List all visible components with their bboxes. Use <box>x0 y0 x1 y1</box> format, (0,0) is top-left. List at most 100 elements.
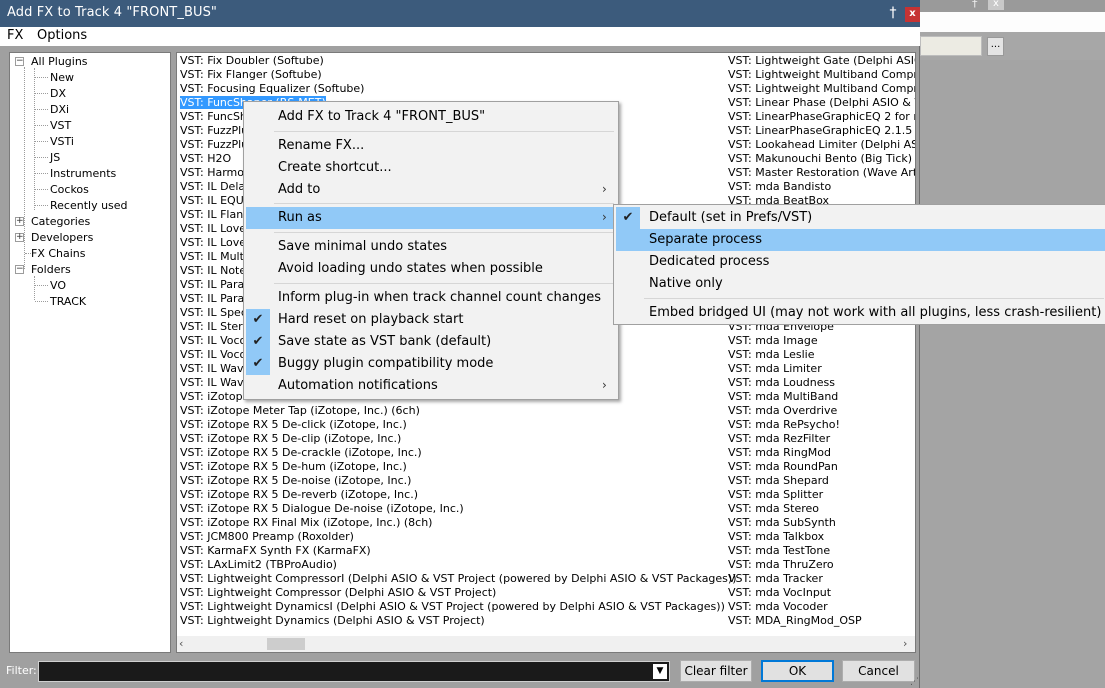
close-icon[interactable]: x <box>988 0 1004 10</box>
tree-item-developers[interactable]: Developers <box>31 231 93 244</box>
title-bar[interactable]: Add FX to Track 4 "FRONT_BUS" † x <box>0 0 920 27</box>
tree-item-dxi[interactable]: DXi <box>50 103 69 116</box>
pin-icon[interactable]: † <box>884 4 902 22</box>
plugin-list-row[interactable]: VST: Lookahead Limiter (Delphi ASIO & VS… <box>728 138 915 152</box>
expand-toggle-icon[interactable]: + <box>15 217 24 226</box>
menu-item-avoid-loading-undo[interactable]: Avoid loading undo states when possible <box>246 258 616 280</box>
plugin-list-row[interactable]: VST: mda Overdrive <box>728 404 915 418</box>
tree-item-track[interactable]: TRACK <box>50 295 86 308</box>
plugin-list-row[interactable]: VST: Master Restoration (Wave Arts, Inc.… <box>728 166 915 180</box>
plugin-list-row[interactable]: VST: iZotope RX 5 De-reverb (iZotope, In… <box>180 488 737 502</box>
cancel-button[interactable]: Cancel <box>842 660 915 682</box>
plugin-list-row[interactable]: VST: mda RezFilter <box>728 432 915 446</box>
clear-filter-button[interactable]: Clear filter <box>680 660 752 682</box>
filter-input[interactable]: ▼ <box>38 661 670 682</box>
plugin-list-row[interactable]: VST: Lightweight Dynamics (Delphi ASIO &… <box>180 614 737 628</box>
plugin-list-row[interactable]: VST: mda Tracker <box>728 572 915 586</box>
chevron-down-icon[interactable]: ▼ <box>653 664 667 679</box>
plugin-list-row[interactable]: VST: mda VocInput <box>728 586 915 600</box>
plugin-list-row[interactable]: VST: LAxLimit2 (TBProAudio) <box>180 558 737 572</box>
close-button[interactable]: x <box>905 7 920 22</box>
tree-item-all-plugins[interactable]: All Plugins <box>31 55 88 68</box>
tree-item-categories[interactable]: Categories <box>31 215 90 228</box>
menu-item-dedicated-process[interactable]: Dedicated process <box>616 251 1105 273</box>
menu-item-embed-bridged-ui[interactable]: Embed bridged UI (may not work with all … <box>616 302 1105 324</box>
plugin-list-row[interactable]: VST: Lightweight Multiband Compressor <box>728 82 915 96</box>
menu-item-automation-notifications[interactable]: Automation notifications › <box>246 375 616 397</box>
tree-item-folders[interactable]: Folders <box>31 263 71 276</box>
plugin-list-row[interactable]: VST: mda Vocoder <box>728 600 915 614</box>
menu-item-native-only[interactable]: Native only <box>616 273 1105 295</box>
plugin-list-row[interactable]: VST: iZotope RX 5 De-crackle (iZotope, I… <box>180 446 737 460</box>
plugin-list-row[interactable]: VST: mda Bandisto <box>728 180 915 194</box>
plugin-list-row[interactable]: VST: iZotope Meter Tap (iZotope, Inc.) (… <box>180 404 737 418</box>
plugin-list-row[interactable]: VST: iZotope RX 5 Dialogue De-noise (iZo… <box>180 502 737 516</box>
tree-item-fx-chains[interactable]: FX Chains <box>31 247 86 260</box>
collapse-toggle-icon[interactable]: − <box>15 57 24 66</box>
browse-button[interactable]: ... <box>987 37 1004 56</box>
plugin-list-row[interactable]: VST: Linear Phase (Delphi ASIO & VST Pro… <box>728 96 915 110</box>
plugin-list-row[interactable]: VST: mda TestTone <box>728 544 915 558</box>
ok-button[interactable]: OK <box>761 660 834 682</box>
resize-grip-icon[interactable]: ⋰ <box>910 677 919 687</box>
plugin-list-row[interactable]: VST: iZotope RX 5 De-hum (iZotope, Inc.) <box>180 460 737 474</box>
plugin-list-row[interactable]: VST: mda Leslie <box>728 348 915 362</box>
plugin-list-row[interactable]: VST: iZotope RX 5 De-noise (iZotope, Inc… <box>180 474 737 488</box>
plugin-list-row[interactable]: VST: Makunouchi Bento (Big Tick) <box>728 152 915 166</box>
plugin-list-row[interactable]: VST: Lightweight Multiband Compressor <box>728 68 915 82</box>
pin-icon[interactable]: † <box>972 0 978 10</box>
plugin-list-row[interactable]: VST: Fix Doubler (Softube) <box>180 54 737 68</box>
menu-item-create-shortcut[interactable]: Create shortcut... <box>246 157 616 179</box>
scrollbar-thumb[interactable] <box>267 638 305 650</box>
plugin-list-row[interactable]: VST: mda Limiter <box>728 362 915 376</box>
plugin-list-row[interactable]: VST: mda ThruZero <box>728 558 915 572</box>
plugin-list-row[interactable]: VST: KarmaFX Synth FX (KarmaFX) <box>180 544 737 558</box>
menu-item-default[interactable]: ✔ Default (set in Prefs/VST) <box>616 207 1105 229</box>
plugin-list-row[interactable]: VST: mda Loudness <box>728 376 915 390</box>
plugin-list-row[interactable]: VST: iZotope RX 5 De-clip (iZotope, Inc.… <box>180 432 737 446</box>
plugin-category-tree[interactable]: − All Plugins New DX DXi VST VSTi JS Ins… <box>9 52 171 653</box>
menu-fx[interactable]: FX <box>7 28 23 43</box>
plugin-list-row[interactable]: VST: Lightweight CompressorI (Delphi ASI… <box>180 572 737 586</box>
plugin-list-row[interactable]: VST: JCM800 Preamp (Roxolder) <box>180 530 737 544</box>
plugin-list-row[interactable]: VST: mda RingMod <box>728 446 915 460</box>
plugin-list-row[interactable]: VST: LinearPhaseGraphicEQ 2 for masterin… <box>728 110 915 124</box>
plugin-list-row[interactable]: VST: mda Shepard <box>728 474 915 488</box>
plugin-list-row[interactable]: VST: iZotope RX 5 De-click (iZotope, Inc… <box>180 418 737 432</box>
plugin-list-row[interactable]: VST: LinearPhaseGraphicEQ 2.1.5 (slim) <box>728 124 915 138</box>
tree-item-vsti[interactable]: VSTi <box>50 135 74 148</box>
menu-item-save-minimal-undo[interactable]: Save minimal undo states <box>246 236 616 258</box>
plugin-list-row[interactable]: VST: Lightweight Gate (Delphi ASIO & VST… <box>728 54 915 68</box>
tree-item-cockos[interactable]: Cockos <box>50 183 89 196</box>
menu-item-rename-fx[interactable]: Rename FX... <box>246 135 616 157</box>
scroll-right-icon[interactable]: › <box>903 637 907 650</box>
background-path-field[interactable] <box>920 36 982 56</box>
plugin-list-row[interactable]: VST: MDA_RingMod_OSP <box>728 614 915 628</box>
plugin-list-row[interactable]: VST: mda RoundPan <box>728 460 915 474</box>
menu-options[interactable]: Options <box>37 28 87 43</box>
tree-item-vo[interactable]: VO <box>50 279 66 292</box>
plugin-list-row[interactable]: VST: iZotope RX Final Mix (iZotope, Inc.… <box>180 516 737 530</box>
menu-item-inform-channel-count[interactable]: Inform plug-in when track channel count … <box>246 287 616 309</box>
tree-item-instruments[interactable]: Instruments <box>50 167 116 180</box>
horizontal-scrollbar[interactable]: ‹ › <box>177 636 915 652</box>
plugin-list-row[interactable]: VST: mda RePsycho! <box>728 418 915 432</box>
plugin-list-row[interactable]: VST: Lightweight DynamicsI (Delphi ASIO … <box>180 600 737 614</box>
plugin-list-row[interactable]: VST: mda MultiBand <box>728 390 915 404</box>
collapse-toggle-icon[interactable]: − <box>15 265 24 274</box>
menu-item-run-as[interactable]: Run as › <box>246 207 616 229</box>
tree-item-recently-used[interactable]: Recently used <box>50 199 128 212</box>
tree-item-dx[interactable]: DX <box>50 87 66 100</box>
expand-toggle-icon[interactable]: + <box>15 233 24 242</box>
plugin-list-row[interactable]: VST: mda Splitter <box>728 488 915 502</box>
tree-item-vst[interactable]: VST <box>50 119 71 132</box>
menu-item-save-state-vst-bank[interactable]: ✔ Save state as VST bank (default) <box>246 331 616 353</box>
tree-item-new[interactable]: New <box>50 71 74 84</box>
plugin-list-row[interactable]: VST: Focusing Equalizer (Softube) <box>180 82 737 96</box>
plugin-list-row[interactable]: VST: mda Stereo <box>728 502 915 516</box>
plugin-list-row[interactable]: VST: mda Image <box>728 334 915 348</box>
plugin-list-row[interactable]: VST: mda Talkbox <box>728 530 915 544</box>
menu-item-hard-reset[interactable]: ✔ Hard reset on playback start <box>246 309 616 331</box>
menu-item-buggy-compat[interactable]: ✔ Buggy plugin compatibility mode <box>246 353 616 375</box>
menu-item-add-fx[interactable]: Add FX to Track 4 "FRONT_BUS" <box>246 106 616 128</box>
